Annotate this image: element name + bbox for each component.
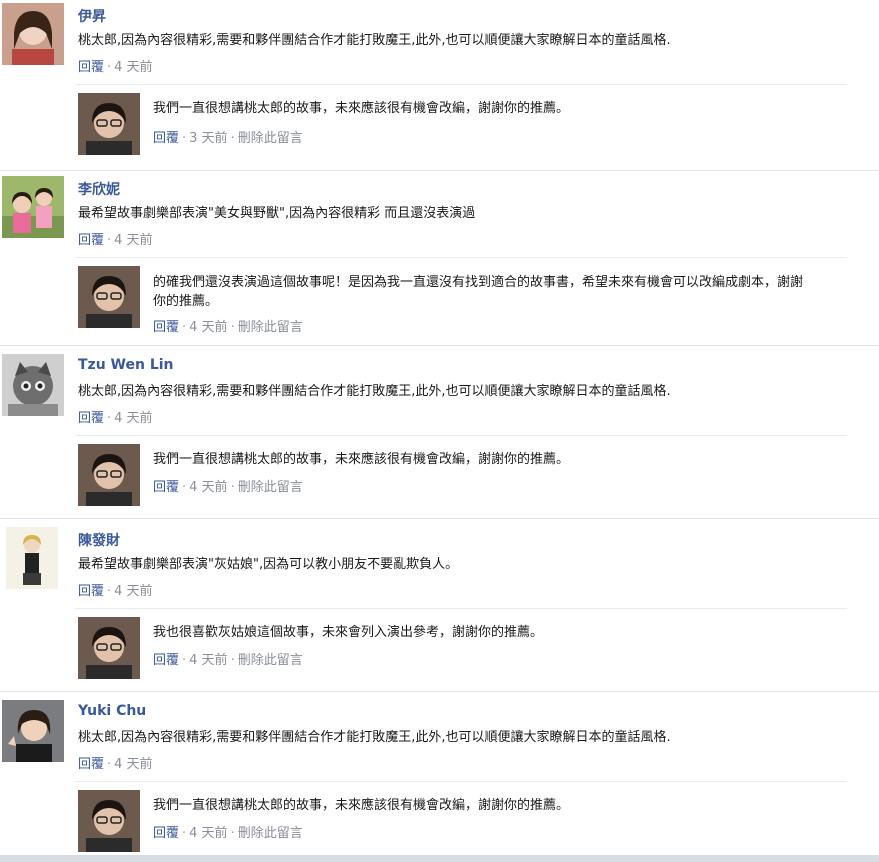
reply-text: 的確我們還沒表演過這個故事呢！是因為我一直還沒有找到適合的故事書，希望未來有機會… [153,275,804,309]
comment-author[interactable]: 伊昇 [78,6,106,26]
reply-link[interactable]: 回覆 [153,480,179,495]
comment-meta: 回覆 · 4 天前 [78,229,153,248]
reply-link[interactable]: 回覆 [78,60,104,75]
delete-comment-link[interactable]: 刪除此留言 [238,826,303,841]
delete-comment-link[interactable]: 刪除此留言 [238,653,303,668]
avatar[interactable] [2,700,64,762]
delete-comment-link[interactable]: 刪除此留言 [238,480,303,495]
comment-author[interactable]: 李欣妮 [78,179,120,199]
timestamp[interactable]: 4 天前 [189,826,227,841]
reply-link[interactable]: 回覆 [153,320,179,335]
reply-link[interactable]: 回覆 [78,757,104,772]
separator-dot: · [107,584,112,599]
separator-dot: · [182,480,187,495]
separator-dot: · [230,320,235,335]
reply-link[interactable]: 回覆 [153,131,179,146]
timestamp[interactable]: 4 天前 [189,320,227,335]
avatar[interactable] [78,617,140,679]
avatar[interactable] [2,354,64,416]
reply-link[interactable]: 回覆 [78,411,104,426]
reply-link[interactable]: 回覆 [153,826,179,841]
comment-text: 桃太郎,因為內容很精彩,需要和夥伴團結合作才能打敗魔王,此外,也可以順便讓大家瞭… [78,33,671,48]
comment-thread: 李欣妮 最希望故事劇樂部表演"美女與野獸",因為內容很精彩 而且還沒表演過 回覆… [0,173,879,345]
comment-author[interactable]: Yuki Chu [78,703,146,719]
separator-dot: · [182,826,187,841]
comment-meta: 回覆 · 4 天前 [78,753,153,772]
reply-meta: 回覆 · 4 天前 · 刪除此留言 [153,649,303,668]
thread-divider [0,518,879,519]
reply-meta: 回覆 · 4 天前 · 刪除此留言 [153,316,303,335]
reply-meta: 回覆 · 4 天前 · 刪除此留言 [153,476,303,495]
separator-dot: · [107,757,112,772]
avatar[interactable] [78,790,140,852]
comment-thread: 伊昇 桃太郎,因為內容很精彩,需要和夥伴團結合作才能打敗魔王,此外,也可以順便讓… [0,0,879,170]
comment-meta: 回覆 · 4 天前 [78,407,153,426]
separator-dot: · [230,826,235,841]
thread-divider [0,170,879,171]
bottom-divider [0,855,879,862]
separator-dot: · [230,653,235,668]
reply-link[interactable]: 回覆 [78,233,104,248]
reply-comment: 我也很喜歡灰姑娘這個故事，未來會列入演出參考，謝謝你的推薦。 回覆 · 4 天前 · 刪… [75,608,847,687]
comment-thread: Tzu Wen Lin 桃太郎,因為內容很精彩,需要和夥伴團結合作才能打敗魔王,… [0,351,879,517]
timestamp[interactable]: 3 天前 [189,131,227,146]
timestamp[interactable]: 4 天前 [114,60,152,75]
reply-link[interactable]: 回覆 [78,584,104,599]
separator-dot: · [230,480,235,495]
comment-author[interactable]: 陳發財 [78,530,120,550]
reply-text: 我們一直很想講桃太郎的故事，未來應該很有機會改編，謝謝你的推薦。 [153,101,570,116]
comment-text: 最希望故事劇樂部表演"美女與野獸",因為內容很精彩 而且還沒表演過 [78,206,476,221]
avatar[interactable] [78,444,140,506]
reply-comment: 我們一直很想講桃太郎的故事，未來應該很有機會改編，謝謝你的推薦。 回覆 · 4 天前… [75,781,847,858]
comment-meta: 回覆 · 4 天前 [78,56,153,75]
separator-dot: · [182,131,187,146]
separator-dot: · [107,233,112,248]
separator-dot: · [230,131,235,146]
separator-dot: · [107,411,112,426]
reply-meta: 回覆 · 4 天前 · 刪除此留言 [153,822,303,841]
comment-thread: 陳發財 最希望故事劇樂部表演"灰姑娘",因為可以教小朋友不要亂欺負人。 回覆 · 4… [0,524,879,690]
separator-dot: · [182,320,187,335]
timestamp[interactable]: 4 天前 [114,757,152,772]
separator-dot: · [107,60,112,75]
avatar[interactable] [2,3,64,65]
avatar[interactable] [2,176,64,238]
delete-comment-link[interactable]: 刪除此留言 [238,320,303,335]
reply-text: 我也很喜歡灰姑娘這個故事，未來會列入演出參考，謝謝你的推薦。 [153,625,544,640]
reply-comment: 我們一直很想講桃太郎的故事，未來應該很有機會改編，謝謝你的推薦。 回覆 · 3 天前… [75,84,847,165]
delete-comment-link[interactable]: 刪除此留言 [238,131,303,146]
separator-dot: · [182,653,187,668]
timestamp[interactable]: 4 天前 [114,233,152,248]
avatar[interactable] [6,527,58,589]
comment-thread: Yuki Chu 桃太郎,因為內容很精彩,需要和夥伴團結合作才能打敗魔王,此外,… [0,697,879,857]
timestamp[interactable]: 4 天前 [189,480,227,495]
comment-text: 最希望故事劇樂部表演"灰姑娘",因為可以教小朋友不要亂欺負人。 [78,557,459,572]
reply-link[interactable]: 回覆 [153,653,179,668]
comment-text: 桃太郎,因為內容很精彩,需要和夥伴團結合作才能打敗魔王,此外,也可以順便讓大家瞭… [78,384,671,399]
comment-author[interactable]: Tzu Wen Lin [78,357,174,373]
reply-comment: 我們一直很想講桃太郎的故事，未來應該很有機會改編，謝謝你的推薦。 回覆 · 4 天前… [75,435,847,514]
thread-divider [0,345,879,346]
thread-divider [0,691,879,692]
timestamp[interactable]: 4 天前 [114,411,152,426]
reply-comment: 的確我們還沒表演過這個故事呢！是因為我一直還沒有找到適合的故事書，希望未來有機會… [75,257,847,342]
reply-text: 我們一直很想講桃太郎的故事，未來應該很有機會改編，謝謝你的推薦。 [153,452,570,467]
timestamp[interactable]: 4 天前 [114,584,152,599]
timestamp[interactable]: 4 天前 [189,653,227,668]
comment-text: 桃太郎,因為內容很精彩,需要和夥伴團結合作才能打敗魔王,此外,也可以順便讓大家瞭… [78,730,671,745]
reply-meta: 回覆 · 3 天前 · 刪除此留言 [153,127,303,146]
avatar[interactable] [78,266,140,328]
avatar[interactable] [78,93,140,155]
comment-meta: 回覆 · 4 天前 [78,580,153,599]
reply-text: 我們一直很想講桃太郎的故事，未來應該很有機會改編，謝謝你的推薦。 [153,798,570,813]
